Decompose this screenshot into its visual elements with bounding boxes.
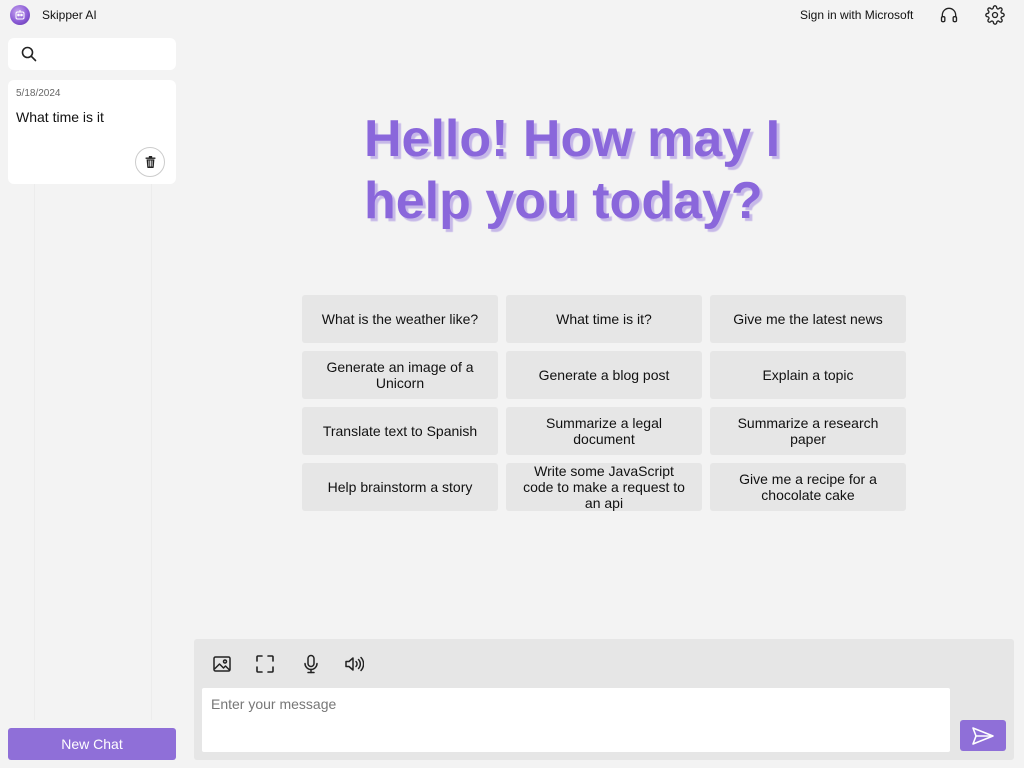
headset-button[interactable]	[937, 3, 961, 27]
suggestion-unicorn-image[interactable]: Generate an image of a Unicorn	[302, 351, 498, 399]
gear-icon	[985, 5, 1005, 25]
settings-button[interactable]	[983, 3, 1007, 27]
chat-history-item[interactable]: 5/18/2024 What time is it	[8, 80, 176, 184]
suggestion-blog-post[interactable]: Generate a blog post	[506, 351, 702, 399]
suggestion-legal-summary[interactable]: Summarize a legal document	[506, 407, 702, 455]
image-icon	[213, 656, 231, 672]
attach-image-button[interactable]	[210, 652, 234, 676]
speaker-icon	[345, 656, 364, 672]
suggestion-time[interactable]: What time is it?	[506, 295, 702, 343]
fullscreen-button[interactable]	[253, 652, 277, 676]
greeting-heading: Hello! How may I help you today?	[364, 110, 781, 230]
suggestion-translate-spanish[interactable]: Translate text to Spanish	[302, 407, 498, 455]
suggestion-grid: What is the weather like? What time is i…	[302, 295, 906, 511]
fullscreen-icon	[256, 655, 274, 673]
delete-chat-button[interactable]	[135, 147, 165, 177]
suggestion-explain-topic[interactable]: Explain a topic	[710, 351, 906, 399]
microphone-button[interactable]	[299, 652, 323, 676]
robot-face-icon	[10, 5, 30, 25]
sign-in-button[interactable]: Sign in with Microsoft	[790, 3, 923, 27]
speaker-button[interactable]	[342, 652, 366, 676]
search-input[interactable]	[44, 38, 172, 70]
send-icon	[972, 726, 994, 745]
search-icon	[21, 46, 37, 62]
chat-date: 5/18/2024	[16, 88, 61, 99]
suggestion-brainstorm-story[interactable]: Help brainstorm a story	[302, 463, 498, 511]
headset-icon	[940, 7, 958, 23]
message-composer	[194, 639, 1014, 760]
top-bar: Skipper AI Sign in with Microsoft	[0, 0, 1024, 30]
sidebar-track	[34, 184, 152, 720]
new-chat-button[interactable]: New Chat	[8, 728, 176, 760]
trash-icon	[145, 156, 155, 168]
suggestion-research-summary[interactable]: Summarize a research paper	[710, 407, 906, 455]
search-box[interactable]	[8, 38, 176, 70]
suggestion-weather[interactable]: What is the weather like?	[302, 295, 498, 343]
app-title: Skipper AI	[42, 8, 97, 22]
send-button[interactable]	[960, 720, 1006, 751]
suggestion-news[interactable]: Give me the latest news	[710, 295, 906, 343]
suggestion-javascript-code[interactable]: Write some JavaScript code to make a req…	[506, 463, 702, 511]
suggestion-chocolate-cake[interactable]: Give me a recipe for a chocolate cake	[710, 463, 906, 511]
message-input[interactable]	[202, 688, 950, 752]
microphone-icon	[304, 654, 318, 674]
chat-title: What time is it	[16, 109, 104, 125]
